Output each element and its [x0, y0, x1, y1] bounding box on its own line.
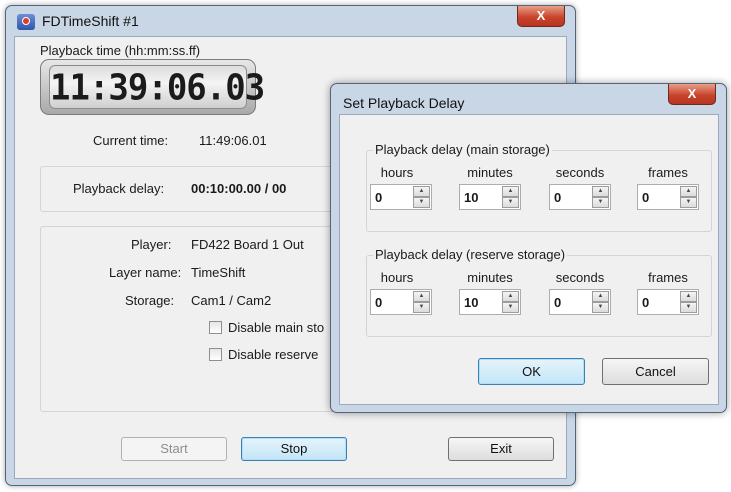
main-titlebar[interactable]: FDTimeShift #1 X — [6, 6, 575, 36]
main-minutes-spin-buttons: ▲ ▼ — [502, 186, 519, 208]
main-seconds-spinbox[interactable]: 0 ▲ ▼ — [549, 184, 611, 210]
hours-header: hours — [380, 165, 414, 180]
spin-down-icon[interactable]: ▼ — [413, 302, 430, 313]
playback-time-display: 11:39:06.03 — [40, 59, 265, 115]
reserve-seconds-value: 0 — [554, 295, 562, 310]
set-playback-delay-dialog: Set Playback Delay X Playback delay (mai… — [330, 83, 727, 413]
main-hours-spinbox[interactable]: 0 ▲ ▼ — [370, 184, 432, 210]
reserve-hours-value: 0 — [375, 295, 383, 310]
spin-up-icon[interactable]: ▲ — [413, 291, 430, 302]
storage-value: Cam1 / Cam2 — [191, 293, 272, 308]
main-minutes-spinbox[interactable]: 10 ▲ ▼ — [459, 184, 521, 210]
spin-down-icon[interactable]: ▼ — [502, 197, 519, 208]
reserve-hours-spin-buttons: ▲ ▼ — [413, 291, 430, 313]
playback-delay-value: 00:10:00.00 / 00 — [191, 181, 287, 196]
reserve-storage-group: Playback delay (reserve storage) hours m… — [366, 247, 712, 337]
cancel-button[interactable]: Cancel — [602, 358, 709, 385]
window-title: FDTimeShift #1 — [42, 13, 139, 29]
spin-down-icon[interactable]: ▼ — [680, 302, 697, 313]
main-seconds-value: 0 — [554, 190, 562, 205]
main-minutes-value: 10 — [464, 190, 479, 205]
current-time-value: 11:49:06.01 — [199, 133, 267, 148]
reserve-storage-group-title: Playback delay (reserve storage) — [373, 247, 568, 262]
spin-up-icon[interactable]: ▲ — [413, 186, 430, 197]
disable-main-storage-label: Disable main sto — [228, 320, 325, 335]
player-label: Player: — [131, 237, 172, 252]
main-hours-value: 0 — [375, 190, 383, 205]
ok-button[interactable]: OK — [478, 358, 585, 385]
dialog-client-area: Playback delay (main storage) hours minu… — [339, 114, 719, 405]
main-frames-spin-buttons: ▲ ▼ — [680, 186, 697, 208]
layer-label: Layer name: — [109, 265, 182, 280]
main-storage-group-title: Playback delay (main storage) — [373, 142, 552, 157]
disable-reserve-storage-checkbox[interactable] — [209, 348, 222, 361]
frames-header: frames — [648, 165, 688, 180]
main-frames-value: 0 — [642, 190, 650, 205]
minutes-header: minutes — [467, 270, 513, 285]
spin-down-icon[interactable]: ▼ — [502, 302, 519, 313]
main-frames-spinbox[interactable]: 0 ▲ ▼ — [637, 184, 699, 210]
playback-time-label: Playback time (hh:mm:ss.ff) — [40, 43, 201, 58]
disable-reserve-storage-label: Disable reserve — [228, 347, 319, 362]
spin-up-icon[interactable]: ▲ — [680, 186, 697, 197]
app-icon — [17, 14, 35, 30]
storage-label: Storage: — [125, 293, 175, 308]
start-button[interactable]: Start — [121, 437, 227, 461]
player-value: FD422 Board 1 Out — [191, 237, 304, 252]
layer-value: TimeShift — [191, 265, 246, 280]
exit-button[interactable]: Exit — [448, 437, 554, 461]
dialog-titlebar[interactable]: Set Playback Delay X — [331, 84, 726, 114]
seconds-header: seconds — [555, 165, 605, 180]
reserve-seconds-spinbox[interactable]: 0 ▲ ▼ — [549, 289, 611, 315]
reserve-minutes-spin-buttons: ▲ ▼ — [502, 291, 519, 313]
dialog-title: Set Playback Delay — [343, 95, 465, 111]
reserve-minutes-value: 10 — [464, 295, 479, 310]
lcd-time: 11:39:06.03 — [49, 64, 265, 110]
minutes-header: minutes — [467, 165, 513, 180]
hours-header: hours — [380, 270, 414, 285]
reserve-frames-spinbox[interactable]: 0 ▲ ▼ — [637, 289, 699, 315]
playback-delay-label: Playback delay: — [73, 181, 165, 196]
reserve-hours-spinbox[interactable]: 0 ▲ ▼ — [370, 289, 432, 315]
reserve-frames-value: 0 — [642, 295, 650, 310]
reserve-seconds-spin-buttons: ▲ ▼ — [592, 291, 609, 313]
seconds-header: seconds — [555, 270, 605, 285]
spin-up-icon[interactable]: ▲ — [592, 291, 609, 302]
main-hours-spin-buttons: ▲ ▼ — [413, 186, 430, 208]
spin-down-icon[interactable]: ▼ — [592, 197, 609, 208]
spin-down-icon[interactable]: ▼ — [592, 302, 609, 313]
close-button[interactable]: X — [517, 6, 565, 27]
spin-up-icon[interactable]: ▲ — [680, 291, 697, 302]
reserve-frames-spin-buttons: ▲ ▼ — [680, 291, 697, 313]
spin-down-icon[interactable]: ▼ — [680, 197, 697, 208]
dialog-close-button[interactable]: X — [668, 84, 716, 105]
spin-up-icon[interactable]: ▲ — [502, 291, 519, 302]
spin-up-icon[interactable]: ▲ — [592, 186, 609, 197]
current-time-label: Current time: — [93, 133, 169, 148]
main-seconds-spin-buttons: ▲ ▼ — [592, 186, 609, 208]
spin-up-icon[interactable]: ▲ — [502, 186, 519, 197]
stop-button[interactable]: Stop — [241, 437, 347, 461]
frames-header: frames — [648, 270, 688, 285]
disable-main-storage-checkbox[interactable] — [209, 321, 222, 334]
main-storage-group: Playback delay (main storage) hours minu… — [366, 142, 712, 232]
reserve-minutes-spinbox[interactable]: 10 ▲ ▼ — [459, 289, 521, 315]
spin-down-icon[interactable]: ▼ — [413, 197, 430, 208]
